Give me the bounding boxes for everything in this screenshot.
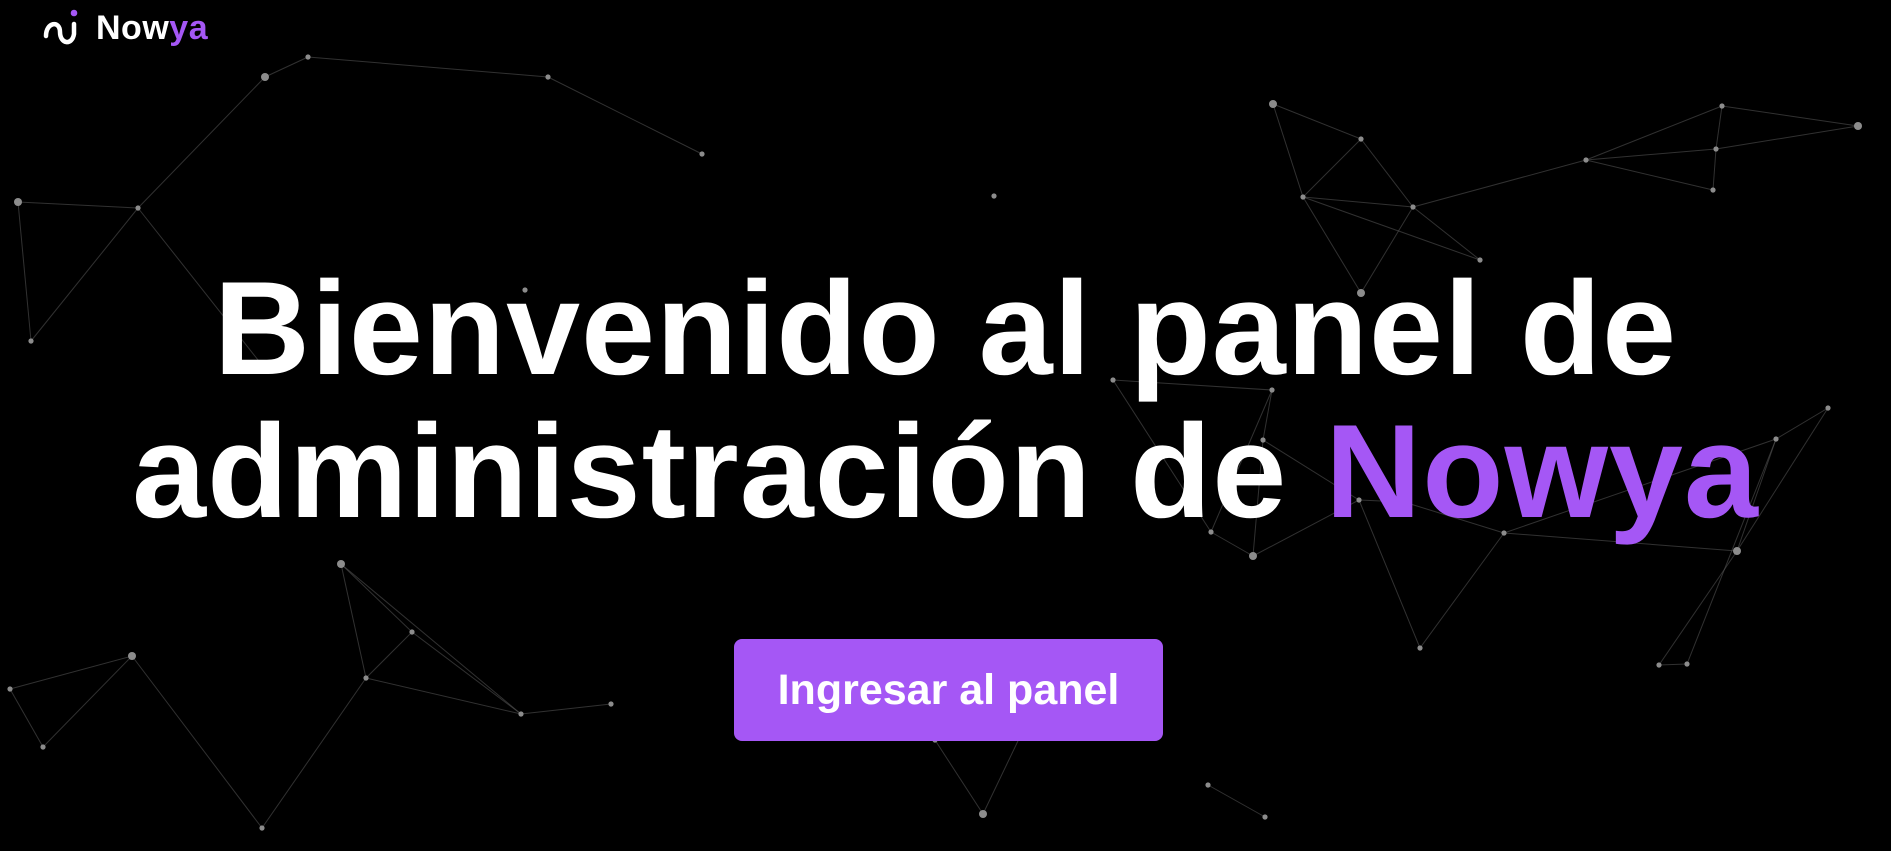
network-node <box>135 205 141 211</box>
network-node <box>14 198 22 206</box>
network-link <box>42 655 133 748</box>
logo-text-part1: Now <box>96 9 170 47</box>
network-node <box>1205 782 1211 788</box>
hero-title: Bienvenido al panel de administración de… <box>0 258 1891 544</box>
network-node <box>1269 100 1277 108</box>
network-node <box>7 686 13 692</box>
network-node <box>1249 552 1257 560</box>
network-node <box>1417 645 1423 651</box>
network-link <box>547 76 703 155</box>
network-node <box>1733 547 1741 555</box>
network-link <box>1585 159 1714 191</box>
network-link <box>1302 196 1414 208</box>
logo-text-part2: ya <box>169 9 209 47</box>
network-link <box>9 655 133 690</box>
network-link <box>340 563 522 715</box>
network-link <box>1715 125 1859 150</box>
network-link <box>1302 138 1362 198</box>
network-link <box>365 631 413 679</box>
network-link <box>131 655 263 829</box>
network-node <box>1656 662 1662 668</box>
network-link <box>137 76 266 209</box>
network-link <box>1658 663 1688 666</box>
network-link <box>307 56 549 78</box>
network-node <box>1262 814 1268 820</box>
network-node <box>1684 661 1690 667</box>
network-link <box>1419 532 1505 649</box>
network-link <box>1715 105 1723 150</box>
network-link <box>1712 148 1717 191</box>
network-link <box>520 703 612 715</box>
network-node <box>40 744 46 750</box>
network-node <box>545 74 551 80</box>
network-link <box>1207 784 1266 818</box>
network-link <box>9 688 44 748</box>
network-link <box>1412 206 1481 261</box>
network-link <box>264 56 309 78</box>
network-node <box>259 825 265 831</box>
network-node <box>991 193 997 199</box>
network-link <box>934 739 984 815</box>
network-node <box>1300 194 1306 200</box>
network-node <box>608 701 614 707</box>
network-node <box>409 629 415 635</box>
network-link <box>1412 159 1587 208</box>
network-node <box>261 73 269 81</box>
network-link <box>340 563 413 633</box>
network-node <box>1358 136 1364 142</box>
network-node <box>1710 187 1716 193</box>
network-link <box>1360 138 1414 208</box>
nowya-logo[interactable]: Nowya <box>42 6 208 50</box>
network-link <box>1272 103 1362 140</box>
network-node <box>128 652 136 660</box>
network-link <box>261 677 367 829</box>
network-node <box>1713 146 1719 152</box>
network-node <box>1854 122 1862 130</box>
enter-panel-button[interactable]: Ingresar al panel <box>734 639 1163 741</box>
hero-title-brand: Nowya <box>1325 398 1759 546</box>
network-node <box>305 54 311 60</box>
network-node <box>1719 103 1725 109</box>
network-link <box>1721 105 1859 127</box>
network-node <box>518 711 524 717</box>
hero-title-line1: Bienvenido al panel de <box>213 255 1678 403</box>
network-link <box>1585 105 1723 161</box>
network-node <box>699 151 705 157</box>
network-link <box>1302 196 1481 261</box>
network-link <box>1272 103 1304 198</box>
network-node <box>337 560 345 568</box>
network-link <box>17 201 139 209</box>
network-node <box>363 675 369 681</box>
network-link <box>1585 148 1717 161</box>
logo-wordmark: Nowya <box>96 6 208 50</box>
network-node <box>1583 157 1589 163</box>
hero-title-line2: administración de <box>132 398 1288 546</box>
nowya-logo-icon <box>43 9 78 45</box>
network-node <box>979 810 987 818</box>
network-node <box>1410 204 1416 210</box>
